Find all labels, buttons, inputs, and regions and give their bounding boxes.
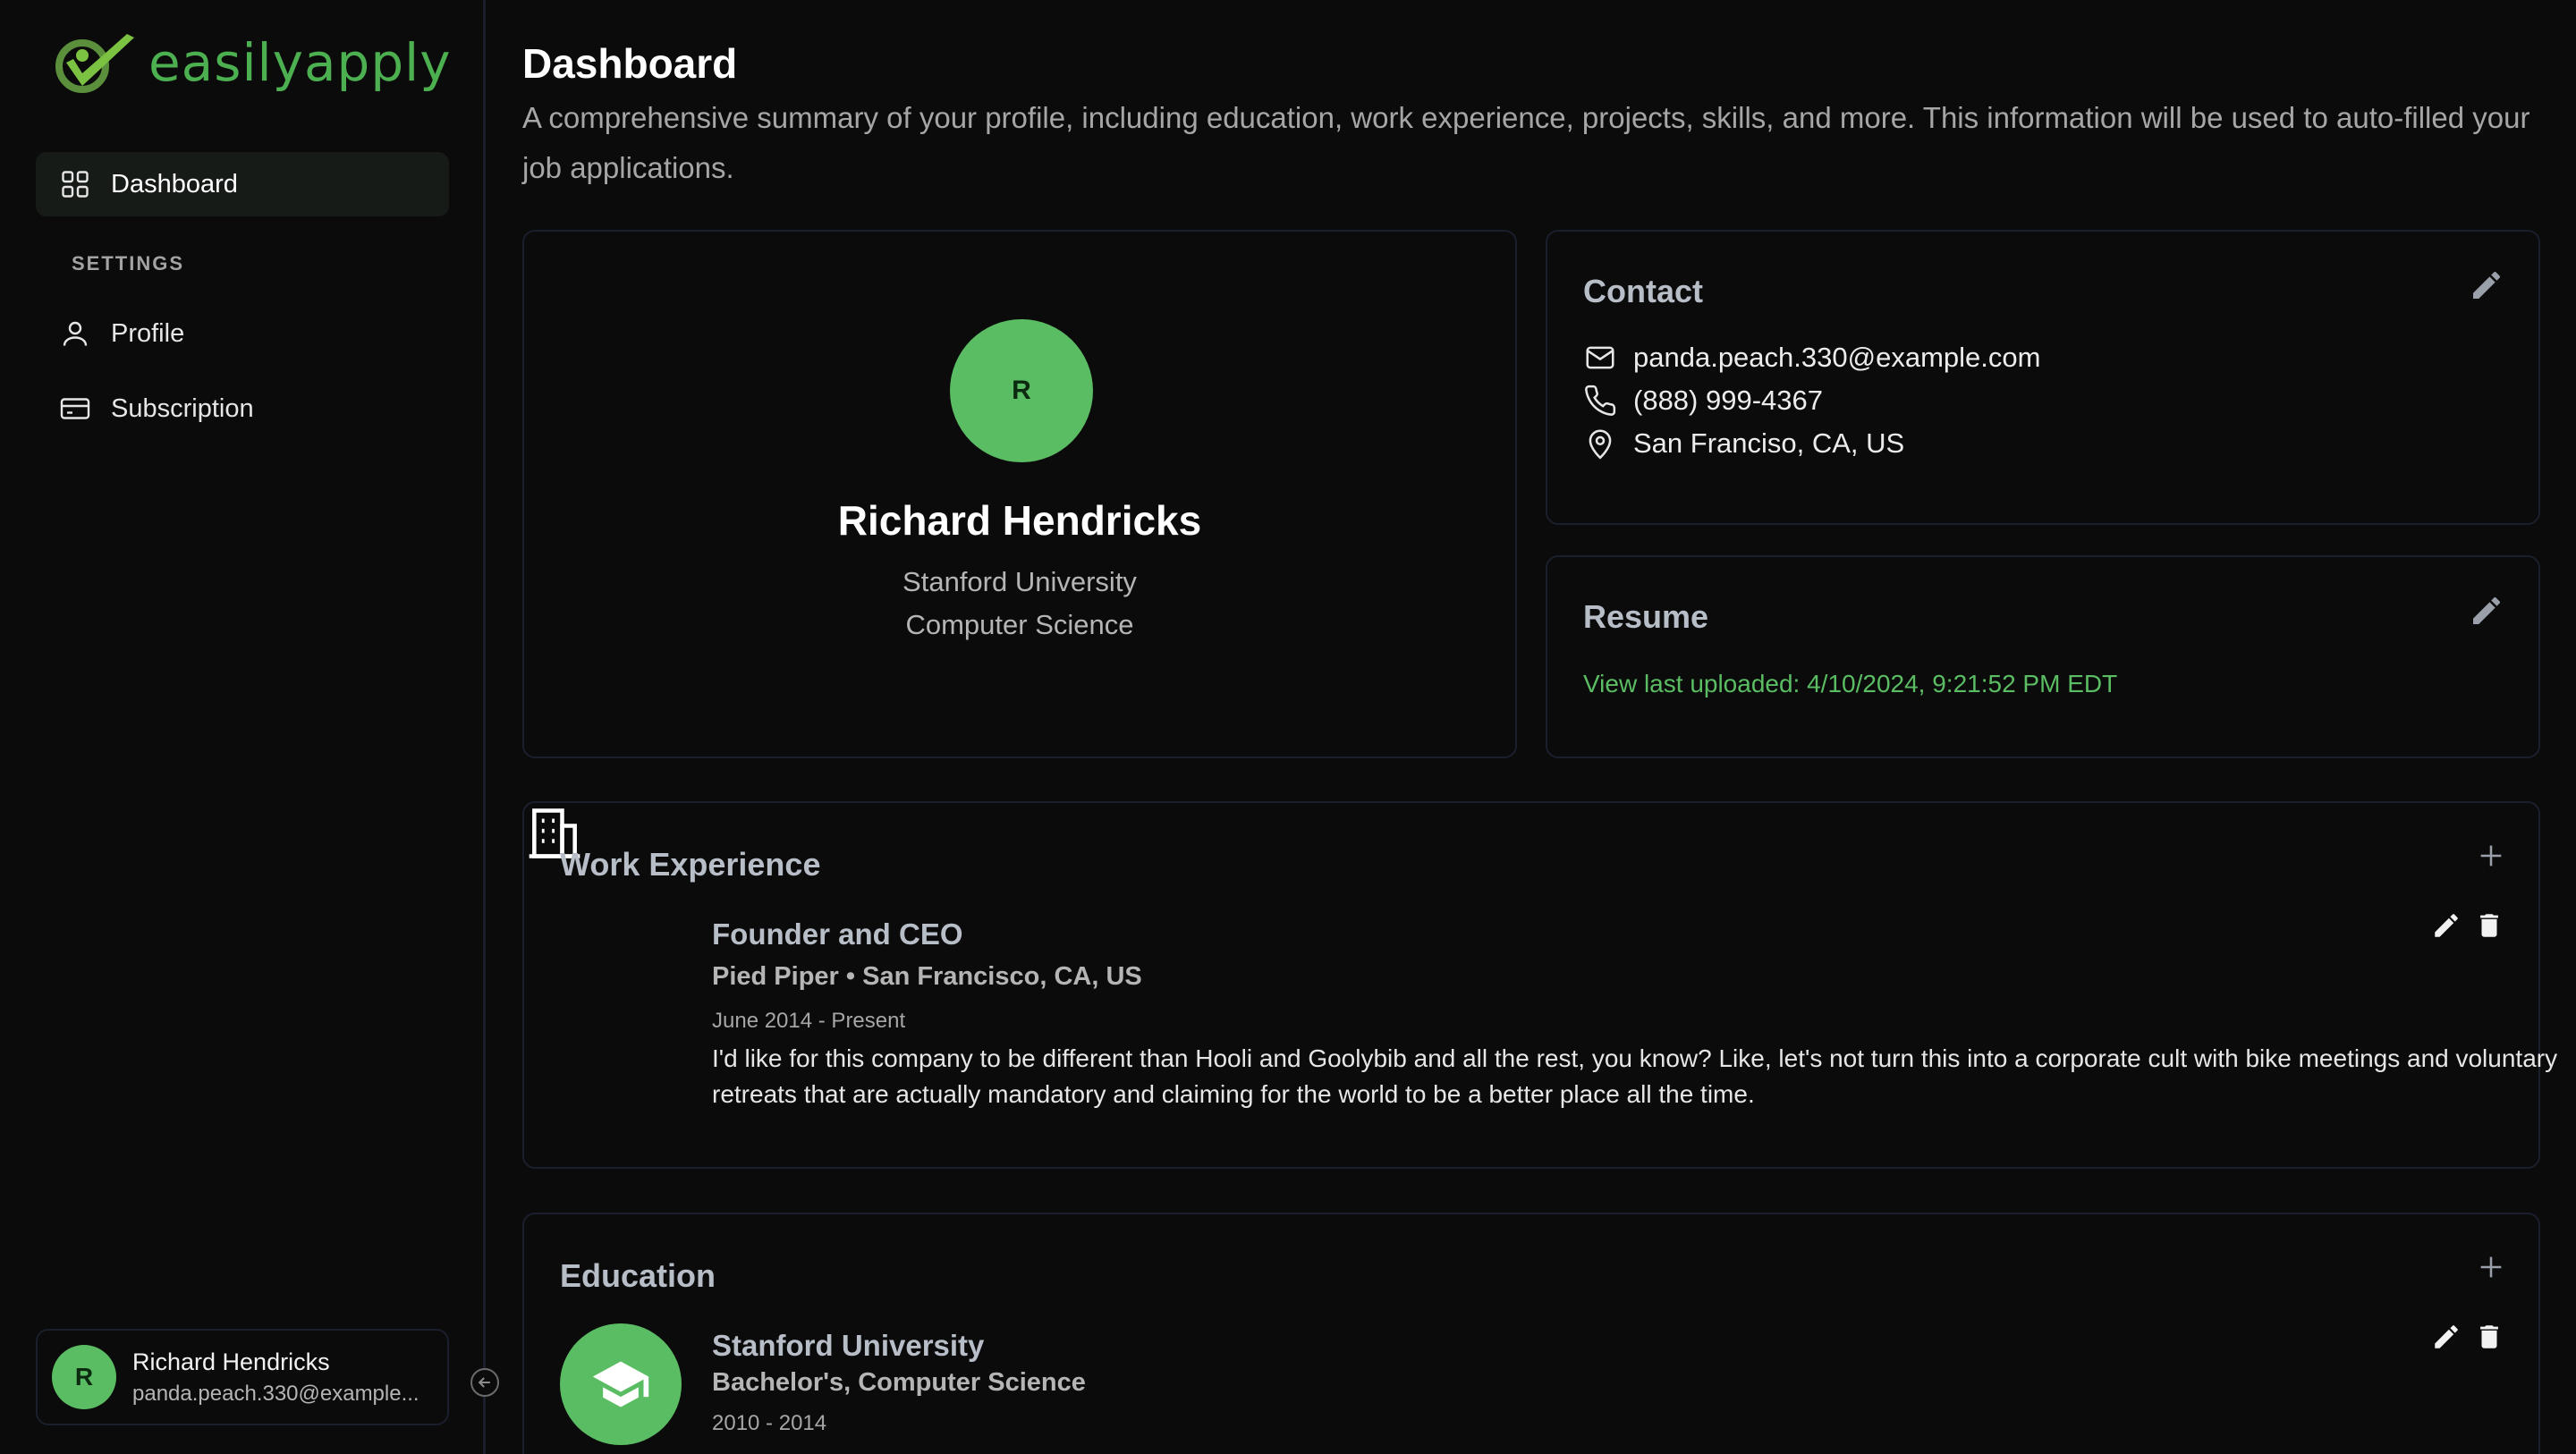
job-company: Pied Piper • San Francisco, CA, US [712, 962, 1142, 991]
work-experience-card: Work Experience Founder and CEO Pied Pip… [522, 801, 2557, 1169]
contact-email: panda.peach.330@example.com [1633, 342, 2041, 373]
work-experience-title: Work Experience [560, 846, 821, 883]
add-work-experience-button[interactable] [2476, 841, 2506, 871]
nav-item-dashboard[interactable]: Dashboard [36, 152, 449, 216]
resume-card: Resume View last uploaded: 4/10/2024, 9:… [1546, 555, 2540, 758]
contact-phone: (888) 999-4367 [1633, 385, 1823, 416]
logo-check-icon [55, 34, 134, 93]
logo[interactable]: easilyapply [55, 30, 452, 95]
map-pin-icon [1589, 429, 1612, 460]
avatar: R [52, 1345, 116, 1409]
user-email: panda.peach.330@example... [132, 1381, 419, 1406]
view-resume-link[interactable]: View last uploaded: 4/10/2024, 9:21:52 P… [1583, 670, 2117, 698]
resume-title: Resume [1583, 598, 1709, 635]
page-title: Dashboard [522, 40, 738, 87]
profile-card: R Richard Hendricks Stanford University … [522, 230, 1517, 758]
nav-item-subscription[interactable]: Subscription [36, 376, 449, 441]
delete-education-button[interactable] [2474, 1322, 2504, 1352]
profile-avatar: R [950, 319, 1093, 462]
brand-name: easilyapply [148, 32, 452, 93]
degree: Bachelor's, Computer Science [712, 1368, 1086, 1397]
contact-title: Contact [1583, 273, 1703, 309]
contact-location: San Franciso, CA, US [1633, 427, 1905, 459]
arrow-left-icon [478, 1377, 490, 1388]
nav-item-label: Subscription [111, 393, 254, 423]
company-icon [524, 803, 2538, 864]
user-icon [63, 321, 88, 346]
credit-card-icon [60, 398, 90, 419]
graduation-cap-icon [560, 1323, 682, 1445]
job-dates: June 2014 - Present [712, 1009, 906, 1033]
delete-work-button[interactable] [2474, 910, 2504, 941]
school-name: Stanford University [712, 1329, 985, 1362]
nav-item-profile[interactable]: Profile [36, 301, 449, 366]
sidebar: easilyapply Dashboard SETTINGS Profile S… [0, 0, 486, 1454]
education-card: Education Stanford University Bachelor's… [522, 1213, 2540, 1454]
user-menu[interactable]: R Richard Hendricks panda.peach.330@exam… [36, 1329, 449, 1425]
profile-major: Computer Science [905, 609, 1134, 640]
education-dates: 2010 - 2014 [712, 1411, 827, 1435]
nav-item-label: Dashboard [111, 169, 238, 199]
education-title: Education [560, 1257, 716, 1294]
profile-school: Stanford University [902, 566, 1137, 597]
job-description: I'd like for this company to be differen… [712, 1044, 2558, 1108]
edit-education-button[interactable] [2431, 1322, 2462, 1352]
collapse-sidebar-button[interactable] [470, 1368, 499, 1397]
job-title: Founder and CEO [712, 917, 963, 951]
page-description: A comprehensive summary of your profile,… [522, 101, 2530, 184]
user-name: Richard Hendricks [132, 1348, 330, 1375]
dashboard-icon [62, 171, 89, 198]
edit-contact-button[interactable] [2469, 267, 2504, 303]
profile-name: Richard Hendricks [837, 497, 1202, 544]
contact-card: Contact panda.peach.330@example.com (888… [1546, 230, 2540, 525]
mail-icon [1586, 346, 1614, 369]
nav-item-label: Profile [111, 318, 185, 348]
edit-resume-button[interactable] [2469, 593, 2504, 629]
contact-phone-row: (888) 999-4367 [1583, 384, 1823, 418]
contact-email-row: panda.peach.330@example.com [1583, 341, 2040, 375]
contact-location-row: San Franciso, CA, US [1583, 427, 1904, 461]
settings-section-label: SETTINGS [72, 252, 185, 275]
add-education-button[interactable] [2476, 1252, 2506, 1282]
phone-icon [1585, 385, 1616, 416]
edit-work-button[interactable] [2431, 910, 2462, 941]
